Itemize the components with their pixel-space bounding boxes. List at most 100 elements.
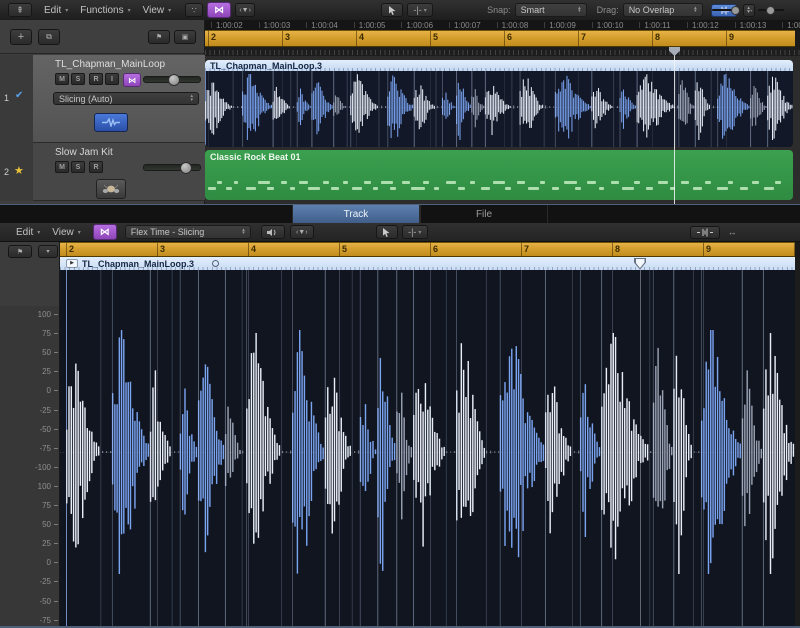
time-label: 1:00:03 xyxy=(264,21,291,30)
time-tick xyxy=(687,22,688,28)
midi-note xyxy=(352,187,362,190)
pointer-tool-button[interactable] xyxy=(381,3,403,17)
bar-number: 8 xyxy=(615,244,620,254)
editor-filter-icon[interactable]: ‹▼› xyxy=(290,225,314,239)
scale-tick xyxy=(54,486,58,487)
record-button[interactable]: R xyxy=(89,161,103,173)
pointer-cursor-icon xyxy=(387,5,398,16)
solo-button[interactable]: S xyxy=(71,73,85,85)
time-label: 1:00:14 xyxy=(787,21,800,30)
link-button[interactable]: ▾ xyxy=(38,245,58,258)
midi-note xyxy=(258,181,270,184)
record-button[interactable]: R xyxy=(89,73,103,85)
midi-region[interactable]: Classic Rock Beat 01 xyxy=(205,150,793,200)
duplicate-track-button[interactable]: ⧉ xyxy=(38,29,60,45)
tab-file[interactable]: File xyxy=(420,205,548,223)
flex-mode-dropdown[interactable]: Flex Time - Slicing▴▾ xyxy=(125,225,251,239)
time-tick xyxy=(401,22,402,28)
editor-waveform xyxy=(60,270,795,627)
track-zoom-preset-button[interactable]: ⚑ xyxy=(148,30,170,44)
scale-label: 50 xyxy=(42,348,51,357)
track-flex-icon[interactable]: ⋈ xyxy=(123,73,141,87)
scale-label: -50 xyxy=(39,425,51,434)
scale-tick xyxy=(54,620,58,621)
volume-slider-knob[interactable] xyxy=(168,74,180,86)
midi-note xyxy=(423,181,429,184)
audio-wave-icon xyxy=(101,118,121,127)
editor-flex-icon[interactable]: ⋈ xyxy=(93,224,117,240)
editor-bar-ruler[interactable]: 234567891 xyxy=(60,242,795,257)
scale-tick xyxy=(54,562,58,563)
menu-functions[interactable]: Functions▾ xyxy=(74,3,136,17)
midi-note xyxy=(646,187,653,190)
drag-dropdown[interactable]: No Overlap▴▾ xyxy=(623,3,703,17)
mute-button[interactable]: M xyxy=(55,161,69,173)
editor-left-panel: ⚑ ▾ 1007550250-25-50-75-1001007550250-25… xyxy=(0,242,60,628)
flex-icon[interactable]: ⋈ xyxy=(207,2,231,18)
editor-waveform-area[interactable] xyxy=(60,270,795,627)
track-icon-audio[interactable] xyxy=(94,113,128,132)
secondary-tool-button[interactable]: -|-▾ xyxy=(407,3,433,17)
playhead-line[interactable] xyxy=(674,47,675,204)
main-menubar: ⇞ Edit▾ Functions▾ View▾ ∵ ⋈ ‹▼› -|-▾ Sn… xyxy=(0,0,800,21)
flex-mode-dropdown[interactable]: Slicing (Auto)▴▾ xyxy=(53,92,199,105)
time-label: 1:00:07 xyxy=(454,21,481,30)
editor-secondary-tool[interactable]: -|-▾ xyxy=(402,225,428,239)
snap-dropdown[interactable]: Smart▴▾ xyxy=(515,3,587,17)
hierarchy-up-button[interactable]: ⇞ xyxy=(8,3,32,17)
scale-label: 50 xyxy=(42,520,51,529)
time-tick xyxy=(735,22,736,28)
editor-menu-edit[interactable]: Edit▾ xyxy=(10,225,46,239)
track-row-1[interactable]: 1 ✔ TL_Chapman_MainLoop M S R I ⋈ Slicin… xyxy=(0,55,205,143)
midi-note xyxy=(267,187,274,190)
midi-note xyxy=(681,181,689,184)
bar-ruler[interactable]: 23456789 xyxy=(205,30,795,47)
tab-track[interactable]: Track xyxy=(292,205,420,223)
volume-slider-knob[interactable] xyxy=(180,162,192,174)
add-track-button[interactable]: + xyxy=(10,29,32,45)
zoom-dots-icon[interactable]: ∵ xyxy=(185,3,203,17)
vzoom-slider-thumb[interactable] xyxy=(731,6,740,15)
menu-view[interactable]: View▾ xyxy=(137,3,178,17)
volume-slider[interactable] xyxy=(143,164,201,171)
track-icon-drumkit[interactable] xyxy=(96,179,126,199)
editor-pointer-tool[interactable] xyxy=(376,225,398,239)
time-tick xyxy=(449,22,450,28)
bar-line xyxy=(248,243,249,256)
time-label: 1:00:09 xyxy=(549,21,576,30)
loop-circle-icon[interactable] xyxy=(212,260,219,267)
editor-region-strip[interactable]: ▶ TL_Chapman_MainLoop.3 xyxy=(60,257,795,270)
track-row-2[interactable]: 2 ★ Slow Jam Kit M S R xyxy=(0,143,205,201)
track-name[interactable]: Slow Jam Kit xyxy=(55,147,113,158)
mute-button[interactable]: M xyxy=(55,73,69,85)
midi-note xyxy=(390,187,396,190)
editor-waveform-zoom-button[interactable] xyxy=(690,226,720,239)
midi-note xyxy=(234,181,238,184)
midi-note xyxy=(402,181,410,184)
midi-note xyxy=(281,181,287,184)
midi-note xyxy=(481,187,490,190)
midi-note xyxy=(540,181,545,184)
prelisten-button[interactable] xyxy=(261,225,285,239)
track-check-badge[interactable]: ✔ xyxy=(15,90,23,101)
filter-icon[interactable]: ‹▼› xyxy=(235,3,255,17)
editor-menu-view[interactable]: View▾ xyxy=(46,225,87,239)
bar-line xyxy=(726,31,727,46)
input-monitor-button[interactable]: I xyxy=(105,73,119,85)
time-label: 1:00:02 xyxy=(216,21,243,30)
track-hide-button[interactable]: ▣ xyxy=(174,30,196,44)
audio-region-header[interactable]: TL_Chapman_MainLoop.3 xyxy=(205,60,793,71)
track-star-badge[interactable]: ★ xyxy=(14,164,24,177)
scale-tick xyxy=(54,543,58,544)
catch-playhead-button[interactable]: ⚑ xyxy=(8,245,32,258)
midi-note xyxy=(752,181,759,184)
midi-note xyxy=(343,181,348,184)
menu-edit[interactable]: Edit▾ xyxy=(38,3,74,17)
flex-marker-line xyxy=(640,270,641,627)
audio-region[interactable]: TL_Chapman_MainLoop.3 xyxy=(205,60,793,147)
time-ruler[interactable]: 1:00:011:00:021:00:031:00:041:00:051:00:… xyxy=(205,20,800,30)
track-number: 1 xyxy=(4,93,9,103)
solo-button[interactable]: S xyxy=(71,161,85,173)
track-name[interactable]: TL_Chapman_MainLoop xyxy=(55,59,165,70)
hzoom-slider-thumb[interactable] xyxy=(766,6,775,15)
